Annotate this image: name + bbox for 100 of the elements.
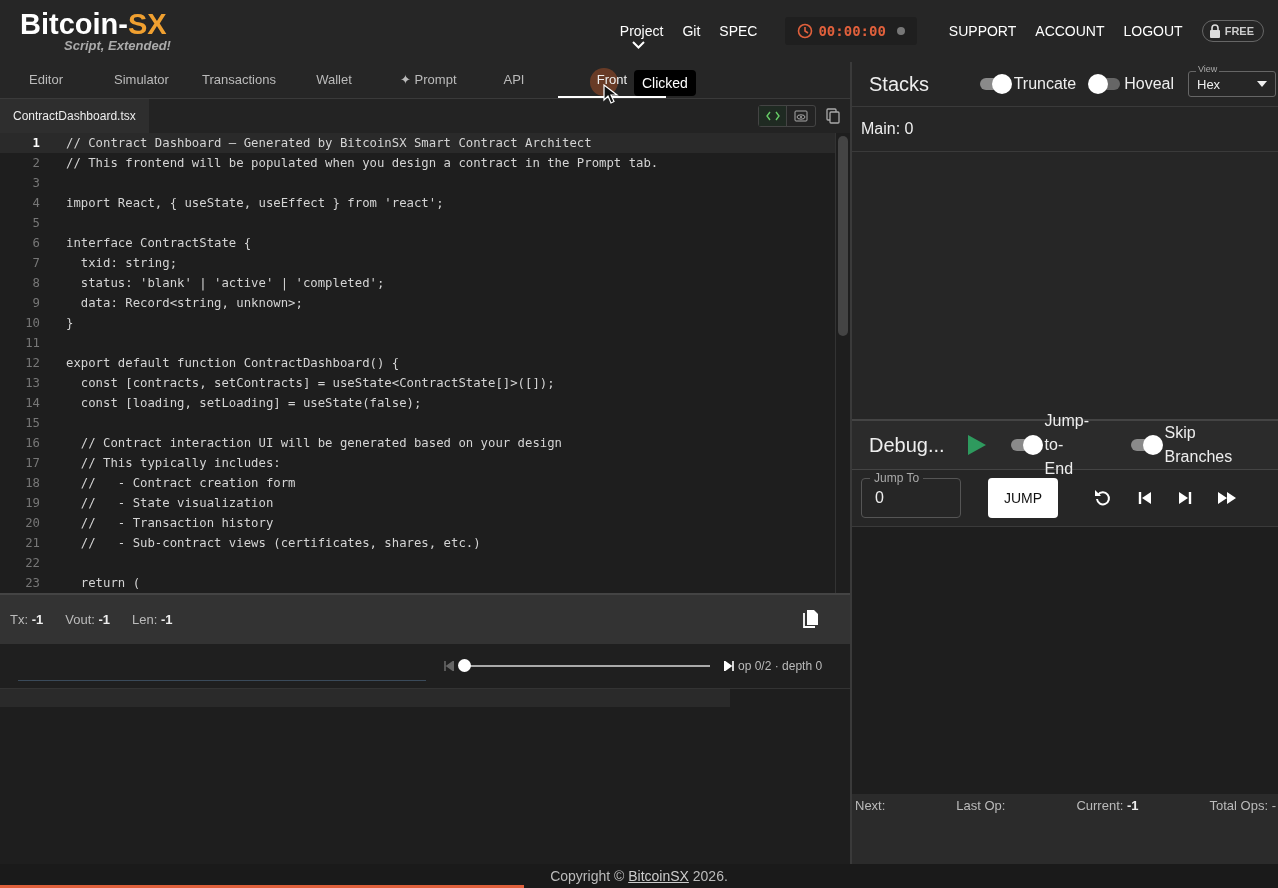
copyright-text: Copyright © BitcoinSX 2026. [550, 868, 728, 884]
tab[interactable]: ✦ Prompt [378, 62, 470, 98]
footer-link[interactable]: BitcoinSX [628, 868, 689, 884]
toggle-label: Jump-to-End [1044, 411, 1090, 479]
scrollbar-thumb[interactable] [838, 136, 848, 336]
status-dot-icon [896, 27, 905, 35]
info-field: Len: -1 [132, 611, 173, 627]
clock-icon [797, 23, 814, 39]
line-number: 19 [24, 496, 41, 510]
copy-button[interactable] [802, 609, 820, 629]
tab[interactable]: Editor [0, 62, 92, 98]
copy-button[interactable] [826, 108, 840, 124]
nav-link[interactable]: SUPPORT [948, 23, 1017, 39]
stat-text: Total Ops: - [1209, 798, 1276, 813]
line-number: 7 [31, 256, 41, 270]
skip-forward-icon[interactable] [724, 661, 734, 671]
view-select[interactable]: Hex [1188, 71, 1276, 97]
code-line: } [66, 316, 74, 330]
code-line: // - Contract creation form [79, 476, 296, 490]
code-line: const [loading, setLoading] = useState(false); [79, 396, 422, 410]
code-icon [765, 111, 780, 121]
tooltip: Clicked [634, 70, 696, 96]
file-tab[interactable]: ContractDashboard.tsx [0, 99, 149, 133]
stat-text: Current: -1 [1076, 798, 1139, 813]
line-number: 3 [31, 176, 41, 190]
tab[interactable]: Wallet [290, 62, 378, 98]
info-field: Tx: -1 [10, 611, 44, 627]
code-line: import React, { useState, useEffect } from 'react'; [66, 196, 444, 210]
line-number: 20 [24, 516, 41, 530]
step-reading: op 0/2 · depth 0 [738, 659, 823, 673]
code-line: return ( [79, 576, 141, 590]
field-label: Jump To [870, 471, 924, 485]
fast-forward-button[interactable] [1218, 491, 1236, 505]
line-number: 6 [31, 236, 41, 250]
tab[interactable]: Transactions [180, 62, 290, 98]
panel-title: Debug... [869, 433, 945, 457]
line-number: 18 [24, 476, 41, 490]
toggle-label: Hoveal [1124, 75, 1174, 93]
code-line: // - Sub-contract views (certificates, shares, etc.) [79, 536, 481, 550]
line-number: 11 [24, 336, 41, 350]
nav-link[interactable]: Project [619, 23, 664, 39]
tab[interactable]: Simulator [92, 62, 180, 98]
logo-title[interactable]: Bitcoin-SX [20, 9, 167, 39]
code-line: const [contracts, setContracts] = useState<ContractState[]>([]); [79, 376, 555, 390]
play-button[interactable] [966, 434, 987, 456]
line-number: 13 [24, 376, 41, 390]
jump-button[interactable]: JUMP [988, 478, 1058, 518]
chevron-down-icon[interactable] [632, 41, 645, 50]
panel-title: Stacks [869, 72, 930, 96]
line-number: 14 [24, 396, 41, 410]
line-number: 5 [31, 216, 41, 230]
copy-icon [802, 609, 820, 629]
timer-text: 00:00:00 [818, 23, 886, 39]
copy-icon [826, 108, 840, 124]
reset-button[interactable] [1094, 489, 1112, 507]
line-number: 1 [31, 136, 41, 150]
cursor-icon [603, 84, 619, 104]
code-line: export default function ContractDashboard() { [66, 356, 400, 370]
line-number: 17 [24, 456, 41, 470]
code-line: // - State visualization [79, 496, 274, 510]
code-line: // Contract Dashboard — Generated by BitcoinSX Smart Contract Architect [66, 136, 592, 150]
eye-icon [794, 110, 808, 122]
code-line: status: 'blank' | 'active' | 'completed'; [79, 276, 385, 290]
nav-link[interactable]: Git [682, 23, 701, 39]
fast-forward-icon [1218, 491, 1236, 505]
info-field: Vout: -1 [65, 611, 111, 627]
line-number: 12 [24, 356, 41, 370]
stat-text: Last Op: [956, 798, 1006, 813]
line-number: 8 [31, 276, 41, 290]
line-number: 16 [24, 436, 41, 450]
skip-back-icon[interactable] [444, 661, 454, 671]
toggle-label: Skip Branches [1164, 423, 1233, 467]
caret-icon [1257, 81, 1267, 87]
logo-tagline: Script, Extended! [64, 39, 171, 53]
code-editor[interactable] [0, 133, 850, 593]
nav-link[interactable]: LOGOUT [1123, 23, 1183, 39]
toggle-label: Truncate [1013, 75, 1077, 93]
code-view-button[interactable] [759, 106, 787, 126]
code-line: txid: string; [79, 256, 178, 270]
stat-text: Next: [855, 798, 886, 813]
slider-thumb[interactable] [458, 659, 471, 672]
line-number: 2 [31, 156, 41, 170]
line-number: 23 [24, 576, 41, 590]
code-line: interface ContractState { [66, 236, 252, 250]
code-line: // - Transaction history [79, 516, 274, 530]
step-forward-button[interactable] [1178, 491, 1192, 505]
step-back-button[interactable] [1138, 491, 1152, 505]
play-icon [966, 434, 987, 456]
line-number: 4 [31, 196, 41, 210]
skip-back-icon [1138, 491, 1152, 505]
nav-link[interactable]: ACCOUNT [1035, 23, 1105, 39]
line-number: 21 [24, 536, 41, 550]
nav-link[interactable]: SPEC [719, 23, 758, 39]
code-line: data: Record<string, unknown>; [79, 296, 303, 310]
line-number: 15 [24, 416, 41, 430]
skip-forward-icon [1178, 491, 1192, 505]
line-number: 9 [31, 296, 41, 310]
code-line: // This frontend will be populated when you design a contract in the Prompt tab. [66, 156, 659, 170]
tab[interactable]: API [470, 62, 558, 98]
stack-label: Main: 0 [861, 120, 914, 138]
